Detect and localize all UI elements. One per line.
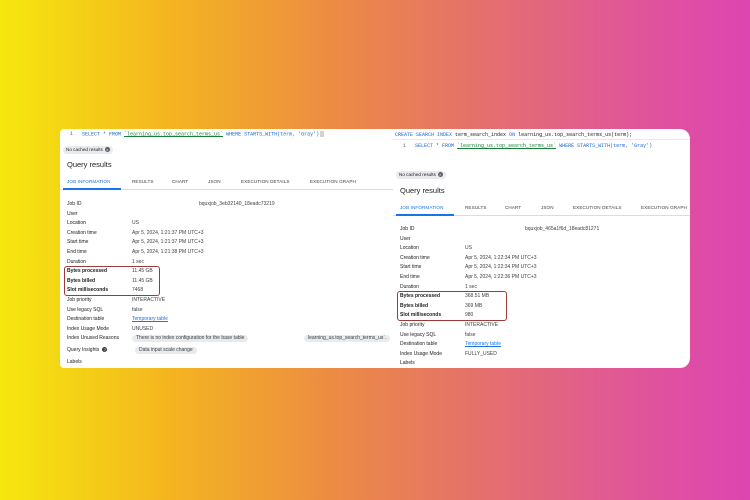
- sql-editor-line[interactable]: 1 SELECT * FROM `learning_us.top_search_t…: [70, 131, 325, 138]
- tab-results[interactable]: RESULTS: [132, 179, 154, 184]
- query-results-title: Query results: [400, 186, 445, 195]
- tab-results[interactable]: RESULTS: [465, 205, 487, 210]
- sql-select: SELECT * FROM: [82, 131, 122, 138]
- active-tab-indicator: [63, 188, 121, 190]
- tab-chart[interactable]: CHART: [505, 205, 521, 210]
- tab-chart[interactable]: CHART: [172, 179, 188, 184]
- sql-index-name: term_search_index: [455, 132, 507, 138]
- cost-highlight-box: [64, 266, 160, 296]
- line-number: 1: [70, 131, 74, 138]
- chip-label: No cached results: [399, 172, 436, 177]
- right-query-panel: CREATE SEARCH INDEX term_search_index ON…: [393, 129, 690, 368]
- temporary-table-link[interactable]: Temporary table: [132, 315, 168, 325]
- sql-where: WHERE STARTS_WITH(term, 'Gray'): [226, 131, 320, 138]
- help-icon[interactable]: ?: [102, 347, 108, 353]
- no-cached-results-chip[interactable]: No cached results ×: [63, 146, 113, 154]
- sql-on: ON: [509, 132, 516, 138]
- sql-editor-line[interactable]: 1 SELECT * FROM `learning_us.top_search_t…: [403, 143, 652, 149]
- sql-index-table: learning_us.top_search_terms_us(term);: [518, 132, 633, 138]
- left-query-panel: 1 SELECT * FROM `learning_us.top_search_t…: [60, 129, 393, 368]
- close-icon[interactable]: ×: [104, 147, 110, 153]
- tab-json[interactable]: JSON: [208, 179, 221, 184]
- editor-divider: [393, 139, 690, 140]
- tab-job-information[interactable]: JOB INFORMATION: [67, 179, 111, 184]
- active-tab-indicator: [396, 214, 454, 216]
- tab-execution-details[interactable]: EXECUTION DETAILS: [573, 205, 622, 210]
- tab-execution-graph[interactable]: EXECUTION GRAPH: [641, 205, 687, 210]
- query-results-title: Query results: [67, 160, 112, 169]
- results-tabs: JOB INFORMATION RESULTS CHART JSON EXECU…: [393, 202, 690, 216]
- insight-chip[interactable]: Data input scale change: [135, 347, 197, 354]
- chip-label: No cached results: [66, 147, 103, 152]
- results-tabs: JOB INFORMATION RESULTS CHART JSON EXECU…: [60, 176, 393, 190]
- unused-reason-chip: There is no index configuration for the …: [132, 335, 249, 343]
- close-icon[interactable]: ×: [437, 172, 443, 178]
- sql-select: SELECT * FROM: [415, 143, 455, 149]
- create-index-statement[interactable]: CREATE SEARCH INDEX term_search_index ON…: [395, 132, 632, 138]
- sql-table: `learning_us.top_search_terms_us`: [124, 131, 224, 138]
- tab-execution-graph[interactable]: EXECUTION GRAPH: [310, 179, 356, 184]
- tab-json[interactable]: JSON: [541, 205, 554, 210]
- sql-create: CREATE SEARCH INDEX: [395, 132, 453, 138]
- cost-highlight-box: [397, 291, 507, 321]
- tab-execution-details[interactable]: EXECUTION DETAILS: [241, 179, 290, 184]
- sql-where: WHERE STARTS_WITH(term, 'Gray'): [559, 143, 653, 149]
- line-number: 1: [403, 143, 407, 149]
- sql-table: `learning_us.top_search_terms_us`: [457, 143, 557, 149]
- unused-reason-table-chip: learning_us.top_search_terms_us`.: [304, 335, 391, 343]
- temporary-table-link[interactable]: Temporary table: [465, 340, 501, 350]
- cursor-caret: [320, 131, 325, 137]
- tab-job-information[interactable]: JOB INFORMATION: [400, 205, 444, 210]
- no-cached-results-chip[interactable]: No cached results ×: [396, 171, 446, 179]
